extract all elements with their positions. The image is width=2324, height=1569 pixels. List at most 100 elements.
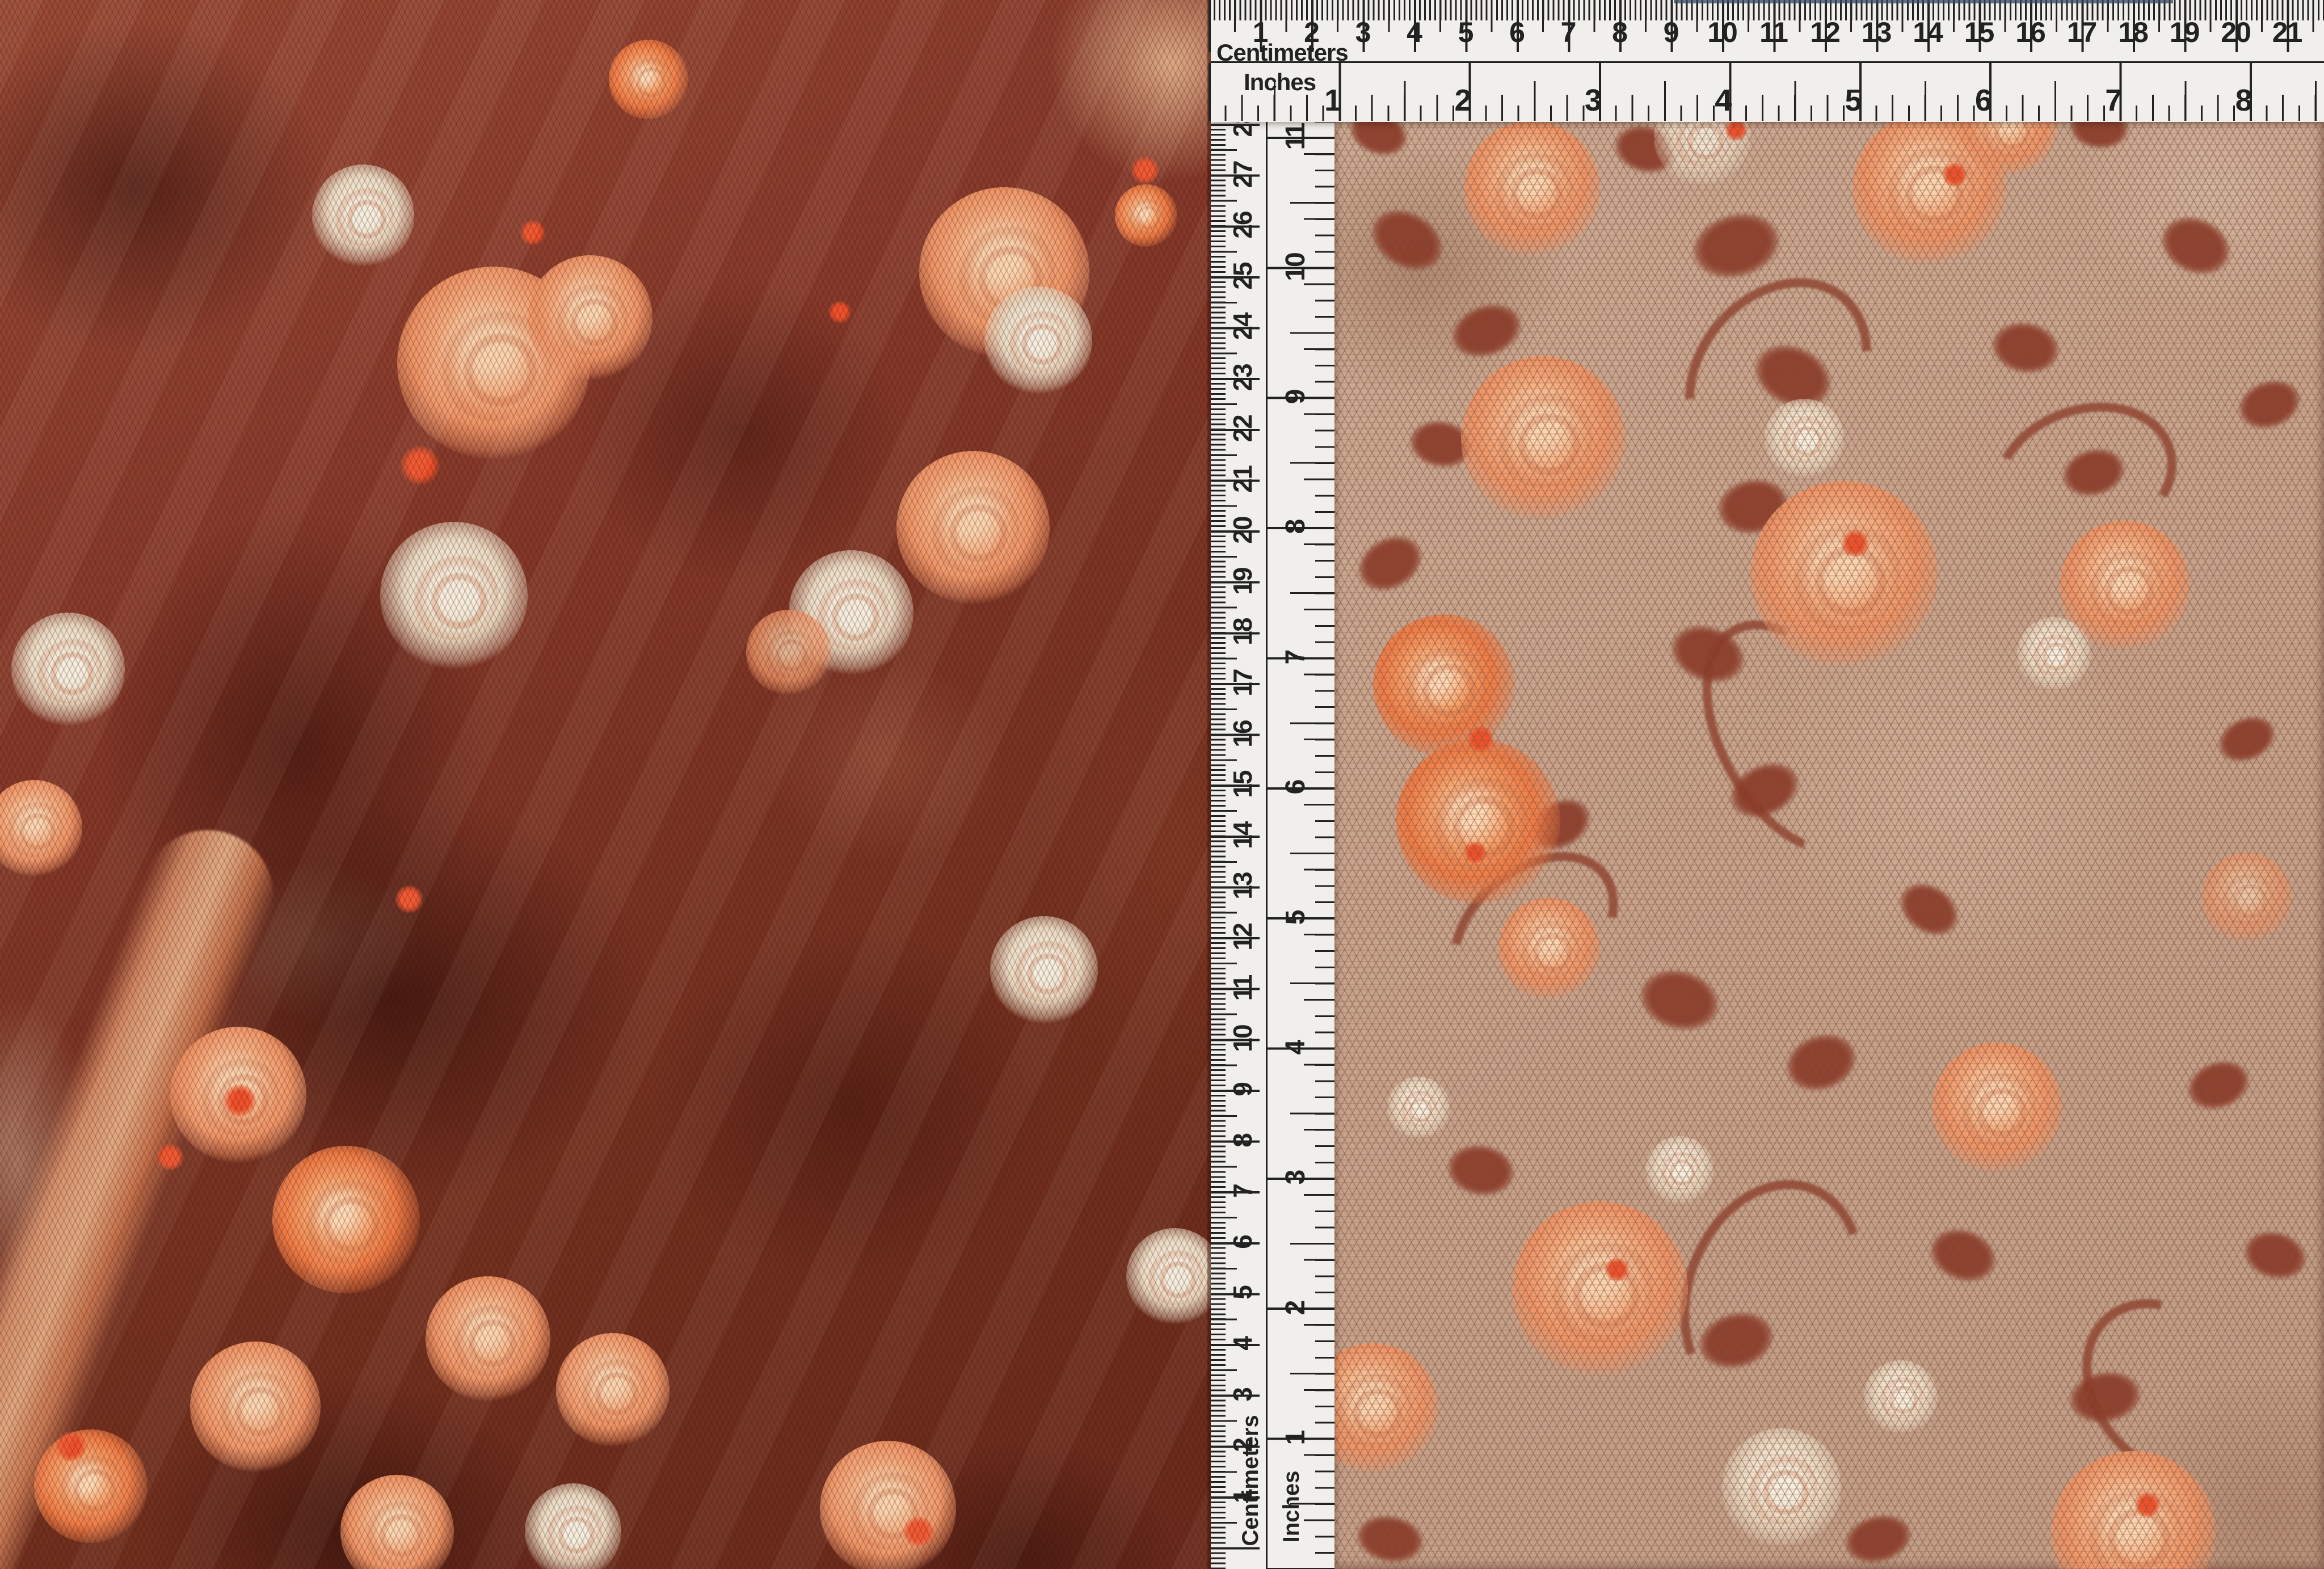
lace-motif	[1430, 1129, 1531, 1212]
lace-motif	[1617, 948, 1742, 1052]
ruler-number: 6	[1230, 1235, 1256, 1249]
ruler-number: 6	[1282, 781, 1310, 795]
top-ruler-scale: 123456789101112131415161718192021 123456…	[1211, 0, 2324, 122]
ruler-number: 12	[1230, 923, 1256, 950]
left-ruler: 2827262524232221201918171615141312111098…	[1211, 0, 1334, 1569]
left-inches-label: Inches	[1280, 1471, 1303, 1543]
lace-motif	[1332, 122, 1426, 174]
ruler-number: 5	[1458, 18, 1473, 47]
ruler-number: 1	[1324, 85, 1340, 116]
left-ruler-inch-ticks	[1266, 137, 1334, 1569]
ruler-number: 19	[1230, 568, 1256, 594]
orange-paint-dab	[1464, 841, 1487, 864]
lace-motif	[1334, 511, 1447, 615]
orange-paint-dab	[1942, 162, 1967, 187]
ruler-number: 20	[1230, 517, 1256, 543]
ruler-number: 3	[1355, 18, 1370, 47]
ruler-number: 4	[1715, 85, 1731, 116]
rose-motif	[1722, 1428, 1841, 1547]
ruler-number: 21	[1230, 466, 1256, 493]
ruler-number: 5	[1845, 85, 1861, 116]
lace-motif	[1763, 1011, 1879, 1114]
ruler-number: 3	[1585, 85, 1601, 116]
ruler-number: 22	[1230, 415, 1256, 442]
ruler-number: 23	[1230, 365, 1256, 391]
fabric-sheen	[0, 0, 1211, 1569]
rose-motif	[2201, 853, 2292, 943]
ruler-number: 11	[1759, 18, 1787, 47]
rose-motif	[1461, 356, 1626, 521]
ruler-number: 16	[2015, 18, 2045, 47]
ruler-number: 13	[1230, 873, 1256, 900]
ruler-number: 8	[2235, 85, 2251, 116]
top-ruler: 123456789101112131415161718192021 123456…	[1211, 0, 2324, 122]
ruler-number: 18	[1230, 619, 1256, 646]
ruler-number: 3	[1230, 1388, 1256, 1402]
ruler-number: 14	[1230, 822, 1256, 849]
ruler-number: 7	[1282, 650, 1310, 664]
ruler-number: 11	[1230, 975, 1256, 1001]
lace-motif	[2057, 122, 2141, 159]
ruler-number: 27	[1230, 161, 1256, 188]
ruler-number: 3	[1282, 1171, 1310, 1185]
ruler-number: 9	[1230, 1083, 1256, 1096]
lace-motif	[1909, 1208, 2017, 1302]
rose-motif	[1864, 1360, 1938, 1434]
orange-paint-dab	[2134, 1492, 2161, 1518]
ruler-number: 16	[1230, 720, 1256, 747]
ruler-number: 8	[1230, 1134, 1256, 1148]
lace-motif	[2199, 697, 2294, 782]
rose-motif	[1645, 1136, 1713, 1204]
lace-motif	[2168, 1041, 2270, 1129]
ruler-number: 20	[2221, 18, 2250, 47]
lace-motif	[1340, 1500, 1441, 1569]
ruler-number: 5	[1230, 1287, 1256, 1300]
draped-fabric-photo	[0, 0, 1211, 1569]
scan-edge-line	[1674, 0, 2173, 3]
ruler-number: 10	[1230, 1026, 1256, 1052]
orange-paint-dab	[1841, 529, 1870, 558]
ruler-number: 25	[1230, 263, 1256, 289]
ruler-number: 6	[1975, 85, 1991, 116]
fabric-comparison-photo: 2827262524232221201918171615141312111098…	[0, 0, 2324, 1569]
left-centimeters-label: Centimeters	[1239, 1415, 1262, 1546]
left-ruler-scale: 2827262524232221201918171615141312111098…	[1211, 0, 1334, 1569]
ruler-number: 17	[2067, 18, 2096, 47]
ruler-number: 4	[1230, 1337, 1256, 1351]
rose-motif	[1332, 1343, 1438, 1474]
orange-paint-dab	[1467, 726, 1494, 753]
ruler-number: 7	[1230, 1184, 1256, 1198]
ruler-number: 9	[1282, 390, 1310, 404]
top-centimeters-label: Centimeters	[1216, 41, 1348, 65]
rose-motif	[1387, 1077, 1450, 1139]
top-inches-label: Inches	[1244, 70, 1316, 94]
ruler-number: 17	[1230, 669, 1256, 696]
ruler-number: 10	[1282, 253, 1310, 281]
rose-motif	[1396, 739, 1560, 904]
rose-motif	[1765, 399, 1844, 478]
ruler-number: 21	[2272, 18, 2302, 47]
rose-motif	[1498, 898, 1600, 1000]
ruler-number: 4	[1407, 18, 1421, 47]
ruler-number: 9	[1664, 18, 1678, 47]
flat-fabric-photo	[1332, 122, 2324, 1569]
orange-paint-dab	[1605, 1257, 1630, 1282]
ruler-number: 6	[1509, 18, 1524, 47]
ruler-number: 13	[1862, 18, 1891, 47]
ruler-number: 5	[1282, 910, 1310, 925]
rose-motif	[1464, 122, 1600, 257]
rose-motif	[1750, 481, 1938, 668]
lace-motif	[2226, 1214, 2324, 1296]
rose-motif	[2017, 617, 2091, 691]
ruler-number: 8	[1612, 18, 1627, 47]
ruler-number: 4	[1282, 1041, 1310, 1055]
ruler-number: 14	[1913, 18, 1942, 47]
ruler-number: 10	[1707, 18, 1737, 47]
ruler-number: 26	[1230, 212, 1256, 239]
top-ruler-eighthinch-ticks	[1209, 106, 2324, 121]
lace-motif	[1975, 306, 2076, 389]
ruler-number: 8	[1282, 520, 1310, 534]
ruler-number: 2	[1454, 85, 1470, 116]
rose-motif	[1932, 1043, 2062, 1173]
ruler-number: 19	[2170, 18, 2199, 47]
